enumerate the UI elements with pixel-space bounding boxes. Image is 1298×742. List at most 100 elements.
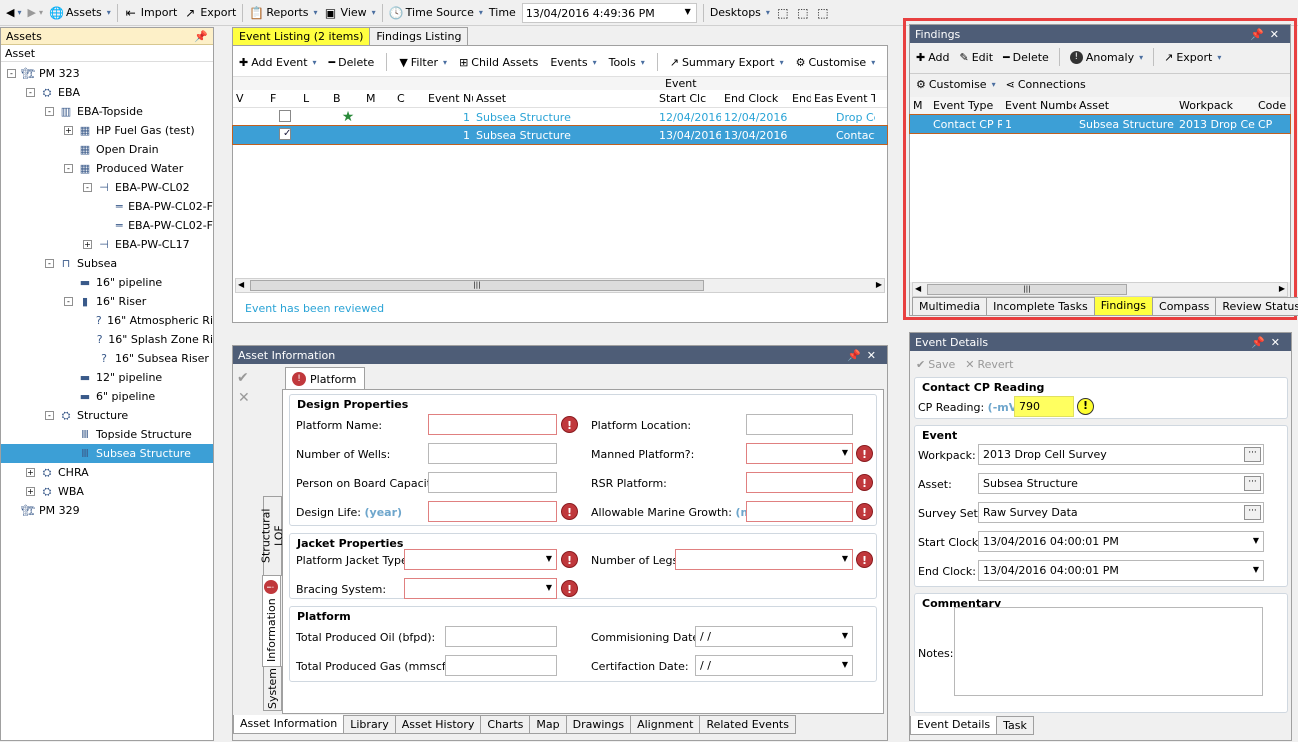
tree-item[interactable]: ═ EBA-PW-CL02-F (1, 197, 213, 216)
panel-controls[interactable]: 📌✕ (847, 349, 887, 362)
tab-event-details[interactable]: Event Details (910, 716, 998, 735)
workpack-browse-button[interactable]: ··· (1244, 447, 1261, 462)
column-header[interactable]: M (363, 92, 394, 105)
tree-item[interactable]: - ▥ EBA-Topside (1, 102, 213, 121)
expand-toggle-icon[interactable]: - (45, 411, 54, 420)
tree-item[interactable]: + ⛭ WBA (1, 482, 213, 501)
reports-menu[interactable]: 📋 Reports (249, 6, 317, 20)
customise-findings-menu[interactable]: ⚙ Customise (916, 78, 996, 91)
column-header[interactable]: Event Ty (833, 92, 875, 105)
column-header[interactable]: Asset (473, 92, 656, 105)
tab-incomplete-tasks[interactable]: Incomplete Tasks (986, 297, 1095, 316)
rsr-input[interactable] (746, 472, 853, 493)
customise-button[interactable]: ⚙ Customise (796, 56, 876, 69)
column-header[interactable]: L (300, 92, 330, 105)
tree-item[interactable]: ? 16" Splash Zone Ri (1, 330, 213, 349)
tab-compass[interactable]: Compass (1152, 297, 1217, 316)
view-menu[interactable]: ▣ View (324, 6, 376, 20)
tree-item[interactable]: + ⊣ EBA-PW-CL17 (1, 235, 213, 254)
edit-finding-button[interactable]: ✎ Edit (960, 51, 994, 64)
tree-item[interactable]: - ▮ 16" Riser (1, 292, 213, 311)
column-header[interactable]: B (330, 92, 363, 105)
tree-item[interactable]: Ⅲ Topside Structure (1, 425, 213, 444)
column-header[interactable]: Event Number (1002, 99, 1076, 112)
desktop-remove-icon[interactable]: ⬚ (816, 6, 830, 20)
asset-browse-button[interactable]: ··· (1244, 476, 1261, 491)
tab-findings[interactable]: Findings (1093, 297, 1154, 316)
cp-reading-input[interactable]: 790 (1014, 396, 1074, 417)
platform-location-input[interactable] (746, 414, 853, 435)
manned-select[interactable] (746, 443, 853, 464)
tab-multimedia[interactable]: Multimedia (912, 297, 988, 316)
forward-button[interactable]: ▶ ▾ (27, 6, 42, 19)
tab-platform[interactable]: ! Platform (285, 367, 365, 390)
column-header[interactable]: End (789, 92, 811, 105)
asset-column-header[interactable]: Asset (1, 45, 213, 62)
tree-item[interactable]: - 🏗 PM 323 (1, 64, 213, 83)
survey-set-input[interactable]: Raw Survey Data (978, 502, 1264, 523)
summary-export-button[interactable]: ↗ Summary Export (670, 56, 784, 69)
table-row[interactable]: Contact CP Re1 Subsea Structure 2013 Drop … (909, 114, 1291, 134)
tree-item[interactable]: ? 16" Atmospheric Ri (1, 311, 213, 330)
connections-button[interactable]: ⋖ Connections (1006, 78, 1086, 91)
tab-asset-history[interactable]: Asset History (394, 715, 482, 734)
table-row[interactable]: ★ 1 Subsea Structure 12/04/2016 112/04/2016… (233, 108, 887, 126)
tree-item[interactable]: ▬ 12" pipeline (1, 368, 213, 387)
design-life-input[interactable] (428, 501, 557, 522)
tree-item[interactable]: - ⊣ EBA-PW-CL02 (1, 178, 213, 197)
legs-select[interactable] (675, 549, 853, 570)
expand-toggle-icon[interactable]: - (64, 164, 73, 173)
survey-browse-button[interactable]: ··· (1244, 505, 1261, 520)
filter-button[interactable]: ▼ Filter (399, 56, 447, 69)
import-button[interactable]: ⇤ Import (124, 6, 178, 20)
expand-toggle-icon[interactable]: - (7, 69, 16, 78)
start-clock-picker[interactable]: 13/04/2016 04:00:01 PM (978, 531, 1264, 552)
tab-event-listing[interactable]: Event Listing (2 items) (232, 27, 371, 46)
tab-task[interactable]: Task (996, 716, 1034, 735)
add-event-button[interactable]: ✚ Add Event (239, 56, 317, 69)
tree-item[interactable]: - ⛭ EBA (1, 83, 213, 102)
delete-finding-button[interactable]: ━ Delete (1003, 51, 1049, 64)
gas-input[interactable] (445, 655, 557, 676)
flag-checkbox[interactable] (267, 109, 300, 125)
horizontal-scrollbar[interactable]: ◀ ||| ▶ (912, 282, 1288, 297)
platform-name-input[interactable] (428, 414, 557, 435)
tools-menu[interactable]: Tools (609, 56, 645, 69)
column-header[interactable]: Event Type (930, 99, 1002, 112)
jacket-type-select[interactable] (404, 549, 557, 570)
tab-review-status[interactable]: Review Status (1215, 297, 1298, 316)
assets-menu[interactable]: 🌐 Assets (49, 6, 111, 20)
side-tab-structural-lof[interactable]: Structural LOF (260, 496, 286, 576)
column-header[interactable]: V (233, 92, 267, 105)
bracing-select[interactable] (404, 578, 557, 599)
tab-library[interactable]: Library (343, 715, 396, 734)
expand-toggle-icon[interactable]: - (26, 88, 35, 97)
panel-controls[interactable]: 📌✕ (1251, 336, 1291, 349)
expand-toggle-icon[interactable]: - (64, 297, 73, 306)
desktop-add-icon[interactable]: ⬚ (796, 6, 810, 20)
expand-toggle-icon[interactable]: + (64, 126, 73, 135)
oil-input[interactable] (445, 626, 557, 647)
expand-toggle-icon[interactable]: + (26, 487, 35, 496)
child-assets-button[interactable]: ⊞ Child Assets (459, 56, 538, 69)
delete-event-button[interactable]: ━ Delete (329, 56, 375, 69)
time-source-menu[interactable]: 🕓 Time Source (389, 6, 483, 20)
column-header[interactable]: Workpack (1176, 99, 1255, 112)
tree-item[interactable]: - ⊓ Subsea (1, 254, 213, 273)
tab-findings-listing[interactable]: Findings Listing (369, 27, 469, 46)
tree-item[interactable]: ▦ Open Drain (1, 140, 213, 159)
tree-item[interactable]: Ⅲ Subsea Structure (1, 444, 213, 463)
desktop-save-icon[interactable]: ⬚ (776, 6, 790, 20)
column-header[interactable]: Start Clc (656, 92, 721, 105)
export-findings-menu[interactable]: ↗ Export (1164, 51, 1221, 64)
add-finding-button[interactable]: ✚ Add (916, 51, 950, 64)
export-button[interactable]: ↗ Export (183, 6, 236, 20)
pob-input[interactable] (428, 472, 557, 493)
tree-item[interactable]: ▬ 16" pipeline (1, 273, 213, 292)
tab-drawings[interactable]: Drawings (565, 715, 632, 734)
horizontal-scrollbar[interactable]: ◀ ||| ▶ (235, 278, 885, 293)
tab-charts[interactable]: Charts (480, 715, 531, 734)
column-header[interactable]: Eas (811, 92, 833, 105)
events-menu[interactable]: Events (550, 56, 596, 69)
close-icon[interactable]: ✕ (238, 390, 250, 406)
